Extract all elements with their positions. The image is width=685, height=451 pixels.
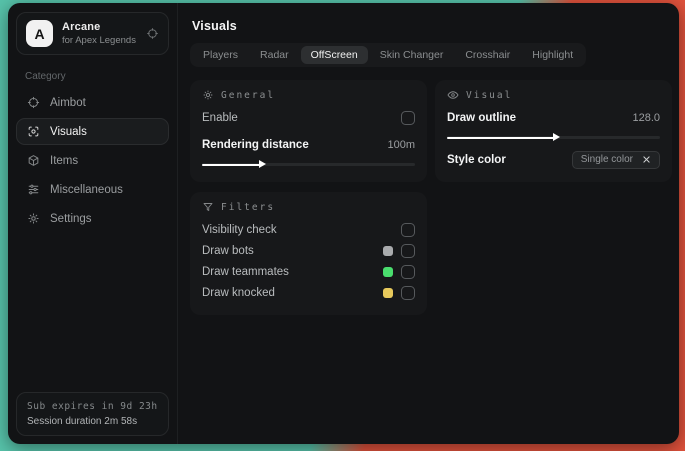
- enable-checkbox[interactable]: [401, 110, 415, 125]
- draw-bots-label: Draw bots: [202, 244, 254, 257]
- target-icon[interactable]: [146, 27, 159, 40]
- visibility-check-label: Visibility check: [202, 223, 277, 236]
- draw-teammates-label: Draw teammates: [202, 265, 289, 278]
- rendering-distance-label: Rendering distance: [202, 138, 309, 151]
- draw-knocked-color-swatch[interactable]: [383, 287, 393, 298]
- draw-knocked-checkbox[interactable]: [401, 285, 415, 300]
- draw-teammates-color-swatch[interactable]: [383, 266, 393, 277]
- app-subtitle: for Apex Legends: [62, 35, 136, 46]
- sidebar: A Arcane for Apex Legends Category Aimbo…: [8, 3, 178, 444]
- enable-label: Enable: [202, 111, 238, 124]
- draw-teammates-row: Draw teammates: [202, 261, 415, 282]
- sidebar-header: A Arcane for Apex Legends: [16, 12, 169, 55]
- subscription-info-card: Sub expires in 9d 23h Session duration 2…: [16, 392, 169, 436]
- draw-bots-checkbox[interactable]: [401, 243, 415, 258]
- eye-icon: [447, 89, 459, 101]
- draw-knocked-row: Draw knocked: [202, 282, 415, 303]
- sliders-icon: [27, 183, 40, 196]
- package-icon: [27, 154, 40, 167]
- style-color-select[interactable]: Single color: [571, 150, 660, 169]
- sub-expires-text: Sub expires in 9d 23h: [27, 401, 158, 412]
- panel-grid: General Enable Rendering distance 100m V…: [190, 80, 672, 315]
- crosshair-icon: [27, 96, 40, 109]
- close-icon[interactable]: [642, 155, 651, 164]
- tab-highlight[interactable]: Highlight: [522, 46, 583, 64]
- sidebar-nav: Aimbot Visuals Items Miscellaneous Setti…: [8, 87, 177, 234]
- sidebar-item-label: Items: [50, 154, 79, 167]
- style-color-row: Style color Single color: [447, 149, 660, 170]
- tab-radar[interactable]: Radar: [250, 46, 299, 64]
- main-content: Visuals Players Radar OffScreen Skin Cha…: [178, 3, 679, 444]
- slider-fill: [202, 160, 265, 168]
- tab-crosshair[interactable]: Crosshair: [455, 46, 520, 64]
- sidebar-item-aimbot[interactable]: Aimbot: [16, 89, 169, 116]
- visual-panel-title: Visual: [466, 89, 513, 101]
- tab-bar: Players Radar OffScreen Skin Changer Cro…: [190, 43, 587, 67]
- tab-offscreen[interactable]: OffScreen: [300, 46, 368, 64]
- sidebar-item-settings[interactable]: Settings: [16, 205, 169, 232]
- draw-outline-slider[interactable]: [447, 131, 660, 143]
- category-label: Category: [25, 71, 66, 82]
- gear-icon: [27, 212, 40, 225]
- rendering-distance-value: 100m: [387, 138, 415, 151]
- draw-teammates-checkbox[interactable]: [401, 264, 415, 279]
- app-window: A Arcane for Apex Legends Category Aimbo…: [8, 3, 679, 444]
- enable-row: Enable: [202, 107, 415, 128]
- page-title: Visuals: [192, 19, 237, 33]
- visual-panel: Visual Draw outline 128.0 Style color Si…: [435, 80, 672, 182]
- general-panel: General Enable Rendering distance 100m: [190, 80, 427, 182]
- filters-panel-header: Filters: [202, 201, 415, 213]
- sidebar-item-label: Aimbot: [50, 96, 86, 109]
- rendering-distance-slider[interactable]: [202, 158, 415, 170]
- sidebar-item-miscellaneous[interactable]: Miscellaneous: [16, 176, 169, 203]
- visibility-check-row: Visibility check: [202, 219, 415, 240]
- draw-outline-value: 128.0: [632, 111, 660, 124]
- draw-outline-label: Draw outline: [447, 111, 517, 124]
- session-duration-text: Session duration 2m 58s: [27, 416, 138, 427]
- eye-scan-icon: [27, 125, 40, 138]
- sidebar-item-label: Settings: [50, 212, 92, 225]
- sidebar-item-items[interactable]: Items: [16, 147, 169, 174]
- sidebar-item-visuals[interactable]: Visuals: [16, 118, 169, 145]
- draw-bots-color-swatch[interactable]: [383, 245, 393, 256]
- style-color-label: Style color: [447, 153, 506, 166]
- tab-skin-changer[interactable]: Skin Changer: [370, 46, 454, 64]
- draw-knocked-label: Draw knocked: [202, 286, 275, 299]
- draw-bots-row: Draw bots: [202, 240, 415, 261]
- desktop-background: A Arcane for Apex Legends Category Aimbo…: [0, 0, 685, 451]
- filters-panel-title: Filters: [221, 201, 276, 213]
- tab-players[interactable]: Players: [193, 46, 248, 64]
- rendering-distance-row: Rendering distance 100m: [202, 134, 415, 155]
- app-logo: A: [26, 20, 53, 47]
- sun-icon: [202, 89, 214, 101]
- app-identity: Arcane for Apex Legends: [62, 21, 136, 46]
- visibility-check-checkbox[interactable]: [401, 222, 415, 237]
- app-name: Arcane: [62, 21, 101, 33]
- draw-outline-row: Draw outline 128.0: [447, 107, 660, 128]
- sidebar-item-label: Miscellaneous: [50, 183, 123, 196]
- sidebar-item-label: Visuals: [50, 125, 87, 138]
- visual-panel-header: Visual: [447, 89, 660, 101]
- general-panel-header: General: [202, 89, 415, 101]
- style-color-value: Single color: [580, 154, 633, 165]
- filters-panel: Filters Visibility check Draw bots Draw …: [190, 192, 427, 315]
- general-panel-title: General: [221, 89, 276, 101]
- slider-fill: [447, 133, 559, 141]
- funnel-icon: [202, 201, 214, 213]
